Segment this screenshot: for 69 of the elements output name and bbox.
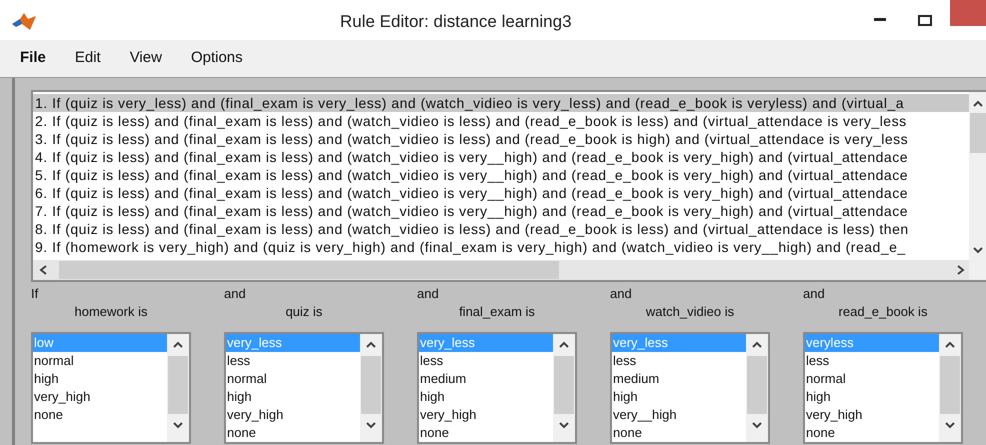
membership-list[interactable]: veryless less normal high very_high none xyxy=(803,332,963,444)
list-item[interactable]: none xyxy=(33,406,167,424)
list-item[interactable]: none xyxy=(805,424,939,442)
scroll-up-icon[interactable] xyxy=(559,341,569,348)
menu-item[interactable]: Options xyxy=(190,47,243,70)
list-item[interactable]: very__high xyxy=(612,406,746,424)
list-item[interactable]: very_high xyxy=(419,406,553,424)
scroll-down-icon[interactable] xyxy=(173,422,183,429)
membership-list[interactable]: very_less less medium high very_high none xyxy=(417,332,577,444)
menu-item[interactable]: File xyxy=(20,47,46,70)
scroll-up-icon[interactable] xyxy=(945,341,955,348)
connector-label: and xyxy=(224,285,246,302)
list-item[interactable]: medium xyxy=(419,370,553,388)
scrollbar-thumb[interactable] xyxy=(747,356,767,414)
maximize-icon xyxy=(918,14,932,26)
window-title: Rule Editor: distance learning3 xyxy=(340,11,572,33)
scrollbar-thumb[interactable] xyxy=(940,356,960,414)
list-item[interactable]: high xyxy=(419,388,553,406)
scroll-down-icon[interactable] xyxy=(559,422,569,429)
scroll-up-icon[interactable] xyxy=(366,341,376,348)
connector-label: If xyxy=(31,285,38,302)
list-item[interactable]: less xyxy=(805,352,939,370)
scroll-down-icon[interactable] xyxy=(752,422,762,429)
scroll-down-icon[interactable] xyxy=(945,422,955,429)
scrollbar-thumb[interactable] xyxy=(59,261,559,280)
membership-list[interactable]: very_less less medium high very__high none xyxy=(610,332,770,444)
variable-label: read_e_book is xyxy=(838,303,928,320)
scroll-left-icon[interactable] xyxy=(39,265,47,276)
scroll-down-icon[interactable] xyxy=(366,422,376,429)
rule-item[interactable]: 1. If (quiz is very_less) and (final_exam is very_less) and (watch_vidieo is very_less) and (read_e_book is veryless) and (virtual_a xyxy=(33,94,969,112)
list-item[interactable]: normal xyxy=(805,370,939,388)
menu-item[interactable]: Edit xyxy=(74,47,101,70)
connector-label: and xyxy=(803,285,825,302)
list-item[interactable]: very_high xyxy=(805,406,939,424)
connector-label: and xyxy=(610,285,632,302)
list-item[interactable]: high xyxy=(226,388,360,406)
minimize-icon xyxy=(874,18,886,22)
variable-label: quiz is xyxy=(286,303,322,320)
rule-list[interactable] xyxy=(31,90,986,282)
list-item[interactable]: high xyxy=(805,388,939,406)
scroll-up-icon[interactable] xyxy=(973,100,983,107)
list-item[interactable]: high xyxy=(33,370,167,388)
scrollbar-thumb[interactable] xyxy=(554,356,574,414)
menu-item[interactable]: View xyxy=(130,47,162,70)
list-item[interactable]: very_high xyxy=(226,406,360,424)
scroll-down-icon[interactable] xyxy=(973,247,983,254)
scroll-up-icon[interactable] xyxy=(752,341,762,348)
membership-list[interactable]: low normal high very_high none xyxy=(31,332,191,444)
list-item[interactable]: none xyxy=(419,424,553,442)
scroll-right-icon[interactable] xyxy=(957,265,965,276)
list-item[interactable]: less xyxy=(419,352,553,370)
list-item[interactable]: normal xyxy=(33,352,167,370)
list-item[interactable]: medium xyxy=(612,370,746,388)
variable-label: homework is xyxy=(74,303,148,320)
variable-label: watch_vidieo is xyxy=(646,303,734,320)
scrollbar-thumb[interactable] xyxy=(361,356,381,414)
variable-label: final_exam is xyxy=(459,303,535,320)
scroll-up-icon[interactable] xyxy=(173,341,183,348)
list-item[interactable]: very_high xyxy=(33,388,167,406)
list-item[interactable]: high xyxy=(612,388,746,406)
list-item[interactable]: normal xyxy=(226,370,360,388)
list-item[interactable]: none xyxy=(226,424,360,442)
scrollbar-thumb[interactable] xyxy=(168,356,188,414)
scrollbar-thumb[interactable] xyxy=(970,113,986,153)
list-item[interactable]: less xyxy=(612,352,746,370)
list-item[interactable]: none xyxy=(612,424,746,442)
list-item[interactable]: less xyxy=(226,352,360,370)
membership-list[interactable]: very_less less normal high very_high none xyxy=(224,332,384,444)
connector-label: and xyxy=(417,285,439,302)
